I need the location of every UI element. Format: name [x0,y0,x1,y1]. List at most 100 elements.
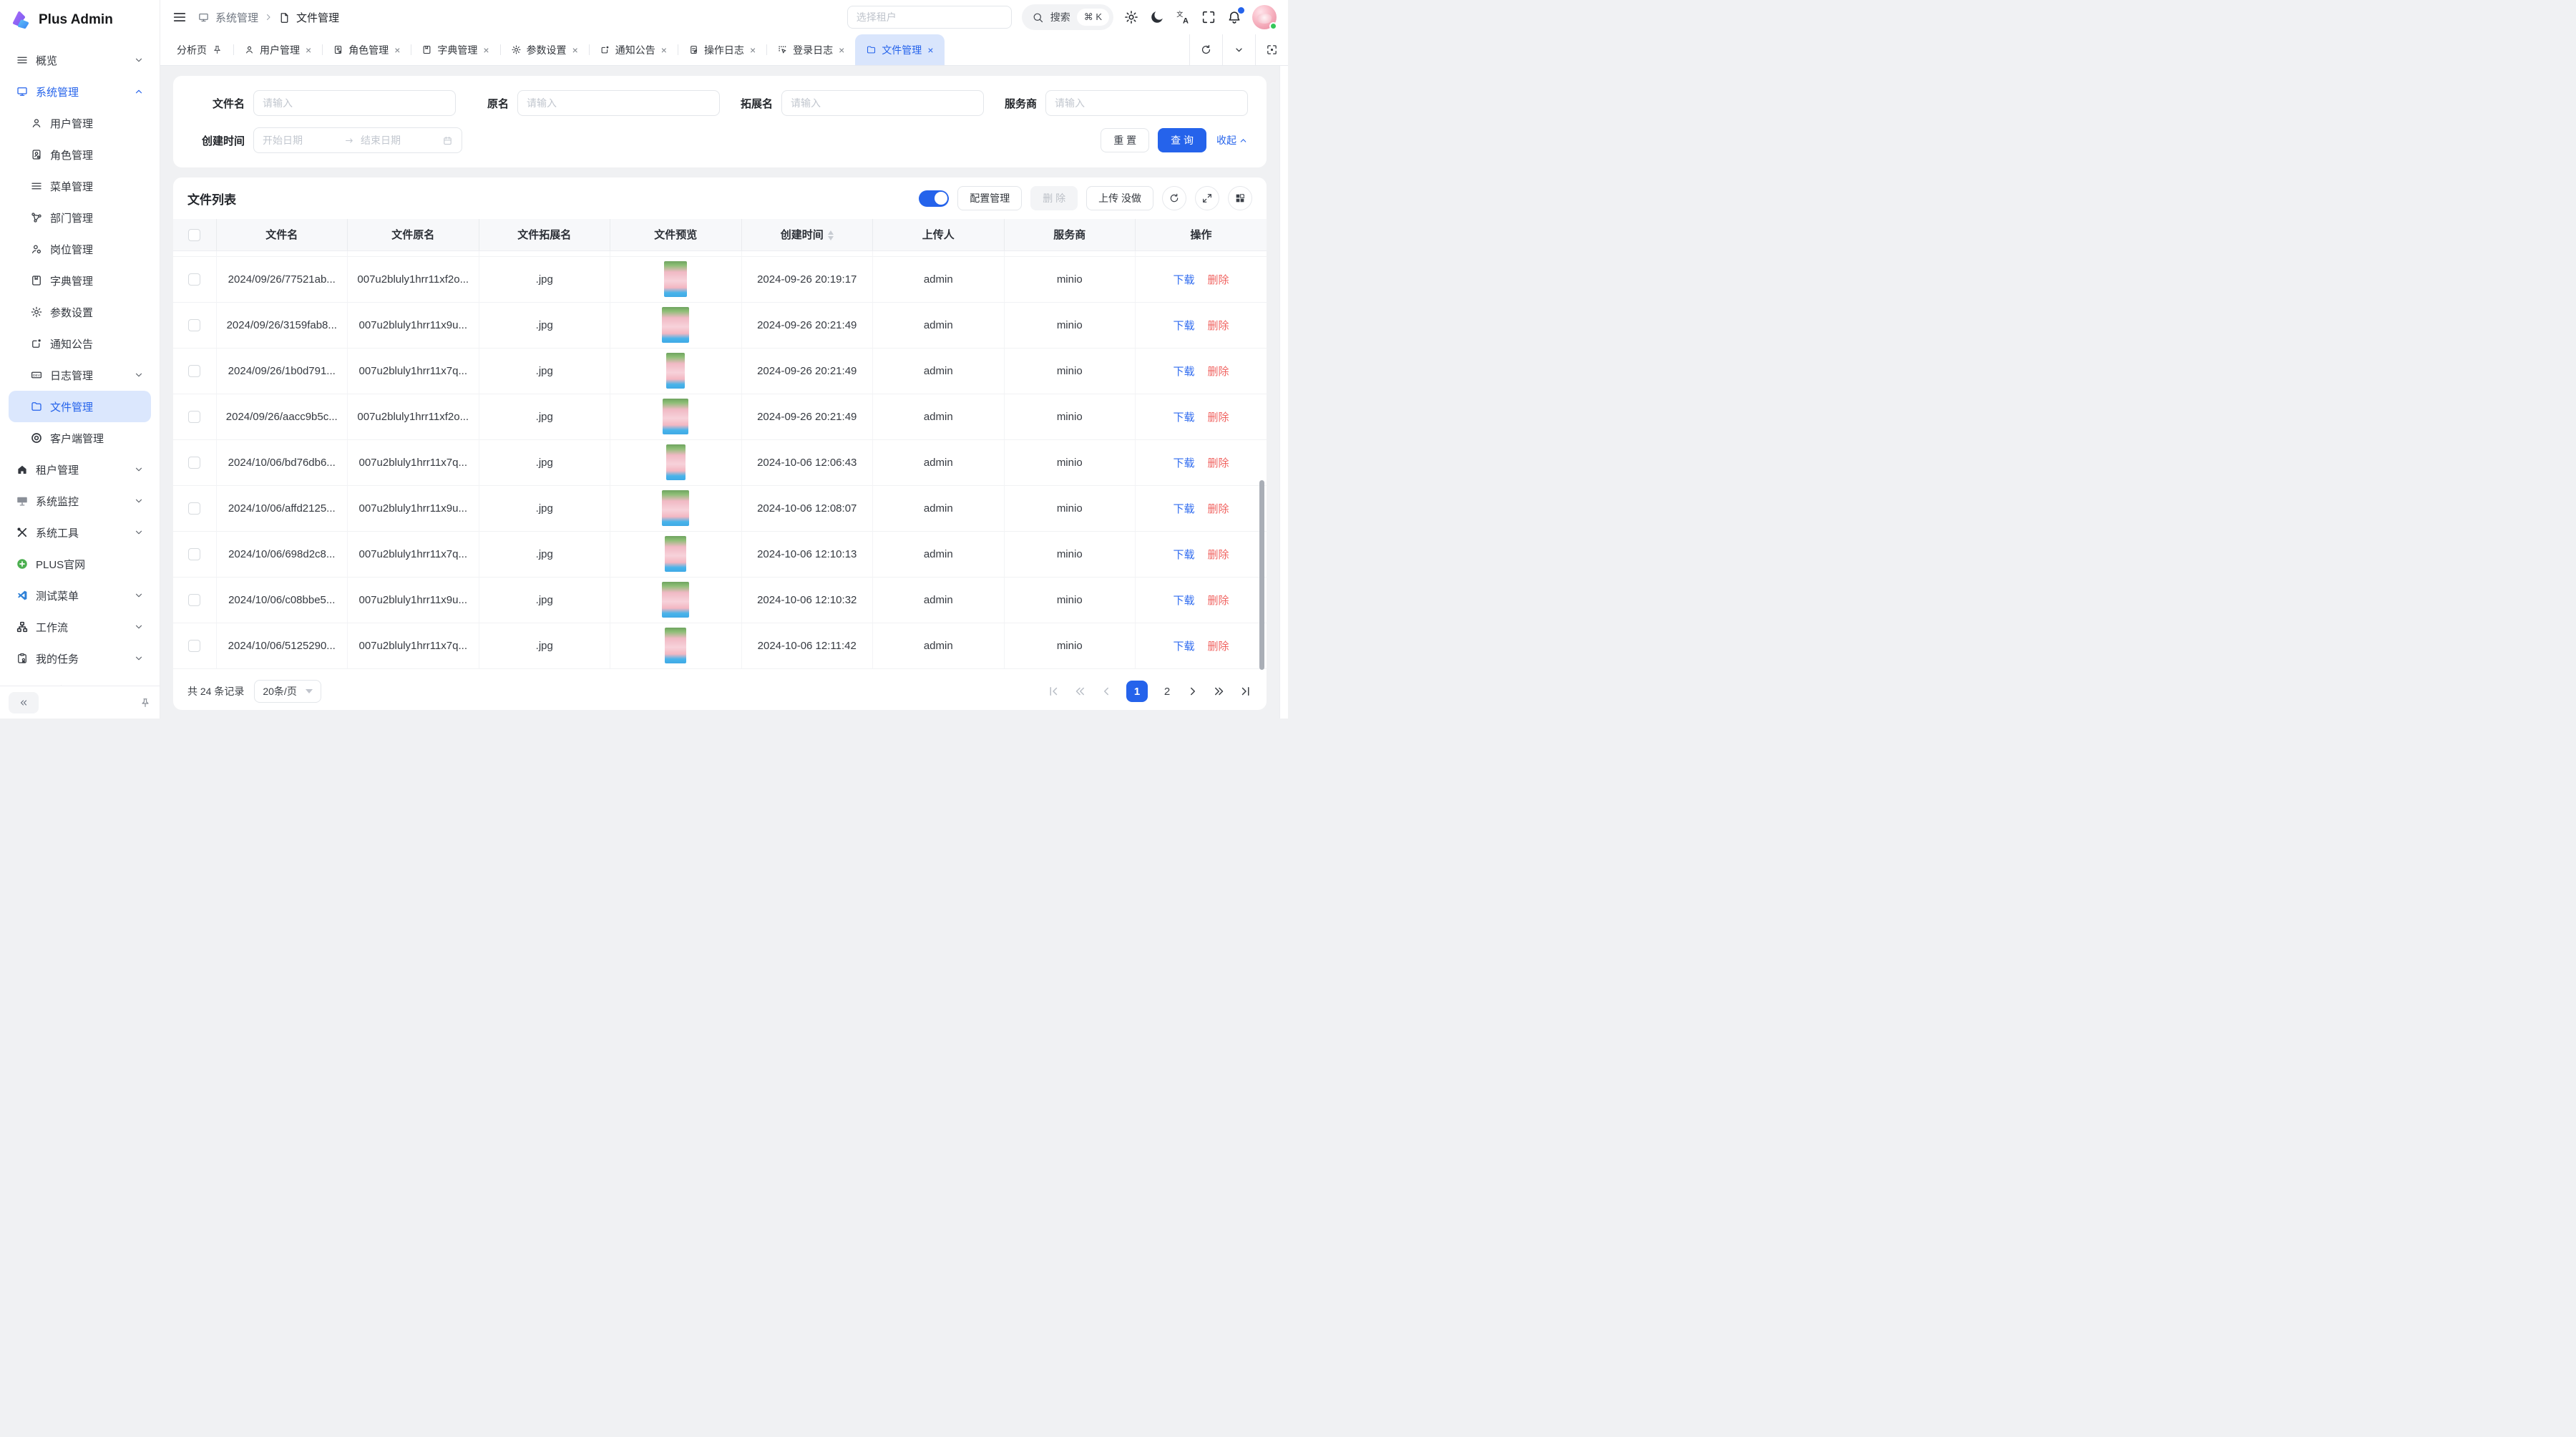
preview-thumbnail[interactable] [665,628,686,663]
sidebar-item-tools[interactable]: 系统工具 [9,517,151,548]
delete-link[interactable]: 删除 [1208,640,1229,653]
delete-link[interactable]: 删除 [1208,366,1229,378]
expand-icon[interactable] [1195,186,1219,210]
tab-login-logs[interactable]: 登录日志 × [766,34,855,65]
table-row[interactable]: 2024/10/06/5125290... 007u2bluly1hrr11x7… [173,623,1267,668]
back-5-pages-icon[interactable] [1073,685,1086,698]
avatar[interactable] [1252,5,1277,29]
row-checkbox[interactable] [188,548,200,560]
table-row[interactable]: 2024/10/06/c08bbe5... 007u2bluly1hrr11x9… [173,577,1267,623]
preview-thumbnail[interactable] [662,307,689,343]
preview-thumbnail[interactable] [662,490,689,526]
pin-icon[interactable] [140,697,151,708]
sidebar-item-monitor[interactable]: 系统监控 [9,485,151,517]
sidebar-item-overview[interactable]: 概览 [9,44,151,76]
download-link[interactable]: 下载 [1173,274,1194,286]
bell-icon[interactable] [1226,9,1242,25]
tab-params[interactable]: 参数设置 × [500,34,589,65]
next-page-icon[interactable] [1186,685,1199,698]
breadcrumb-root[interactable]: 系统管理 [215,10,258,25]
delete-link[interactable]: 删除 [1208,274,1229,286]
config-manage-button[interactable]: 配置管理 [957,186,1022,210]
tab-dict[interactable]: 字典管理 × [411,34,499,65]
preview-thumbnail[interactable] [665,536,686,572]
download-link[interactable]: 下载 [1173,549,1194,561]
row-checkbox[interactable] [188,319,200,331]
sidebar-item-users[interactable]: 用户管理 [9,107,151,139]
translate-icon[interactable]: 文A [1175,9,1191,25]
delete-link[interactable]: 删除 [1208,503,1229,515]
preview-thumbnail[interactable] [666,353,685,389]
table-row[interactable]: 2024/09/26/aacc9b5c... 007u2bluly1hrr11x… [173,394,1267,439]
page-1-button[interactable]: 1 [1126,681,1148,702]
global-search-button[interactable]: 搜索 ⌘ K [1022,4,1113,30]
sidebar-item-posts[interactable]: 岗位管理 [9,233,151,265]
table-row[interactable]: 2024/10/06/698d2c8... 007u2bluly1hrr11x7… [173,531,1267,577]
sort-carets-icon[interactable] [828,230,834,240]
close-icon[interactable]: × [661,44,667,56]
preview-thumbnail[interactable] [662,582,689,618]
sidebar-item-logs[interactable]: DEV 日志管理 [9,359,151,391]
tab-notices[interactable]: 通知公告 × [589,34,678,65]
sidebar-item-departments[interactable]: 部门管理 [9,202,151,233]
sidebar-item-my-tasks[interactable]: 我的任务 [9,643,151,674]
close-icon[interactable]: × [750,44,756,56]
table-row[interactable]: 2024/10/06/bd76db6... 007u2bluly1hrr11x7… [173,439,1267,485]
delete-link[interactable]: 删除 [1208,457,1229,469]
row-checkbox[interactable] [188,594,200,606]
sidebar-item-workflow[interactable]: 工作流 [9,611,151,643]
download-link[interactable]: 下载 [1173,366,1194,378]
first-page-icon[interactable] [1047,685,1060,698]
download-link[interactable]: 下载 [1173,411,1194,424]
row-checkbox[interactable] [188,640,200,652]
sidebar-item-clients[interactable]: 客户端管理 [9,422,151,454]
table-row[interactable]: 2024/09/26/3159fab8... 007u2bluly1hrr11x… [173,302,1267,348]
collapse-link[interactable]: 收起 [1216,133,1248,147]
table-row[interactable]: 2024/09/26/1b0d791... 007u2bluly1hrr11x7… [173,348,1267,394]
fullscreen-icon[interactable] [1201,9,1216,25]
close-icon[interactable]: × [927,44,933,56]
provider-input[interactable] [1045,90,1248,116]
orig-name-input[interactable] [517,90,720,116]
page-2-button[interactable]: 2 [1161,686,1173,698]
delete-link[interactable]: 删除 [1208,411,1229,424]
column-settings-icon[interactable] [1228,186,1252,210]
sidebar-item-gitee[interactable]: gitee记录 [9,674,151,686]
refresh-icon[interactable] [1162,186,1186,210]
tab-users[interactable]: 用户管理 × [233,34,322,65]
tab-op-logs[interactable]: 操作日志 × [678,34,766,65]
delete-link[interactable]: 删除 [1208,549,1229,561]
refresh-icon[interactable] [1189,34,1222,65]
prev-page-icon[interactable] [1100,685,1113,698]
download-link[interactable]: 下载 [1173,320,1194,332]
forward-5-pages-icon[interactable] [1213,685,1226,698]
delete-link[interactable]: 删除 [1208,595,1229,607]
row-checkbox[interactable] [188,411,200,423]
preview-thumbnail[interactable] [666,444,686,480]
search-visibility-toggle[interactable] [919,190,949,207]
close-icon[interactable]: × [306,44,311,56]
sidebar-item-params[interactable]: 参数设置 [9,296,151,328]
content-fullscreen-icon[interactable] [1255,34,1288,65]
sidebar-item-files[interactable]: 文件管理 [9,391,151,422]
moon-icon[interactable] [1149,9,1165,25]
sidebar-item-test-menu[interactable]: 测试菜单 [9,580,151,611]
row-checkbox[interactable] [188,457,200,469]
sidebar-item-roles[interactable]: 角色管理 [9,139,151,170]
file-name-input[interactable] [253,90,456,116]
close-icon[interactable]: × [394,44,400,56]
row-checkbox[interactable] [188,502,200,515]
download-link[interactable]: 下载 [1173,640,1194,653]
sidebar-item-notices[interactable]: 通知公告 [9,328,151,359]
close-icon[interactable]: × [572,44,578,56]
reset-button[interactable]: 重 置 [1101,128,1149,152]
sidebar-item-dict[interactable]: 字典管理 [9,265,151,296]
sidebar-collapse-button[interactable] [9,692,39,713]
page-size-select[interactable]: 20条/页 [254,680,321,703]
tab-files[interactable]: 文件管理 × [855,34,944,65]
table-row[interactable]: 2024/09/26/77521ab... 007u2bluly1hrr11xf… [173,256,1267,302]
last-page-icon[interactable] [1239,685,1252,698]
date-range-input[interactable]: 开始日期 结束日期 [253,127,462,153]
sidebar-item-tenants[interactable]: 租户管理 [9,454,151,485]
ext-name-input[interactable] [781,90,984,116]
